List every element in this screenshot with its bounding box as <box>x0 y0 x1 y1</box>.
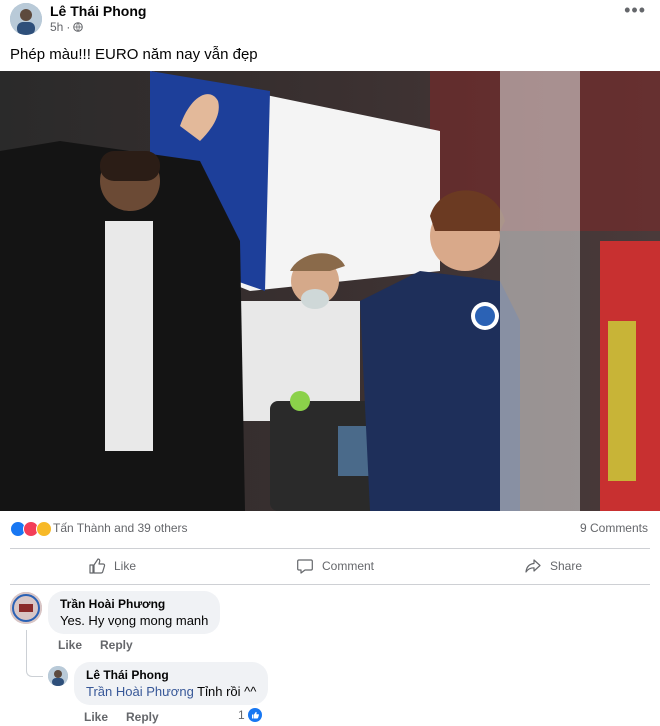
haha-reaction-icon <box>36 521 52 537</box>
comment-actions: Like Reply <box>58 638 133 652</box>
comment-author[interactable]: Trần Hoài Phương <box>60 597 208 611</box>
reaction-icons[interactable] <box>10 521 52 537</box>
reply-mention-link[interactable]: Trần Hoài Phương <box>86 684 194 699</box>
speech-bubble-icon <box>297 559 313 574</box>
reply-author[interactable]: Lê Thái Phong <box>86 668 256 682</box>
stadium-photo-illustration <box>0 71 660 511</box>
reply-actions: Like Reply <box>84 710 159 724</box>
comment-bubble: Trần Hoài Phương Yes. Hy vọng mong manh <box>48 591 221 634</box>
share-button[interactable]: Share <box>524 557 582 575</box>
reply-like-link[interactable]: Like <box>84 710 108 724</box>
reply-avatar[interactable] <box>48 666 68 686</box>
author-avatar[interactable] <box>10 3 42 35</box>
like-label: Like <box>114 559 137 573</box>
comment-item: Trần Hoài Phương Yes. Hy vọng mong manh … <box>0 590 660 656</box>
reply-item: Lê Thái Phong Trần Hoài Phương Tỉnh rồi … <box>0 660 660 726</box>
reply-body: Tỉnh rồi ^^ <box>193 684 257 699</box>
author-name[interactable]: Lê Thái Phong <box>50 3 146 19</box>
reaction-summary[interactable]: Tấn Thành and 39 others <box>53 521 188 535</box>
share-arrow-icon <box>525 559 541 573</box>
like-badge-icon <box>247 708 262 722</box>
divider-bottom <box>10 584 650 585</box>
meta-separator: · <box>66 20 71 34</box>
more-options-icon[interactable]: ••• <box>624 0 646 21</box>
reply-reply-link[interactable]: Reply <box>126 710 159 724</box>
comment-button[interactable]: Comment <box>296 557 374 575</box>
comment-reply-link[interactable]: Reply <box>100 638 133 652</box>
comment-like-link[interactable]: Like <box>58 638 82 652</box>
thumbs-up-icon <box>89 558 106 574</box>
commenter-avatar[interactable] <box>10 592 42 624</box>
post-time[interactable]: 5h <box>50 20 63 34</box>
reply-like-count-number: 1 <box>238 708 245 722</box>
globe-icon <box>73 22 84 32</box>
reactions-bar: Tấn Thành and 39 others 9 Comments <box>0 516 660 540</box>
post-actions: Like Comment Share <box>0 549 660 583</box>
reply-text: Trần Hoài Phương Tỉnh rồi ^^ <box>86 684 256 699</box>
comment-text: Yes. Hy vọng mong manh <box>60 613 209 628</box>
reply-bubble: Lê Thái Phong Trần Hoài Phương Tỉnh rồi … <box>74 662 269 705</box>
comments-count[interactable]: 9 Comments <box>580 521 648 535</box>
post-photo[interactable] <box>0 71 660 511</box>
post-text: Phép màu!!! EURO năm nay vẫn đẹp <box>10 46 258 63</box>
post-meta: 5h · <box>50 20 84 34</box>
post-header: Lê Thái Phong 5h · ••• <box>0 0 660 40</box>
reply-like-count[interactable]: 1 <box>238 708 262 722</box>
share-label: Share <box>550 559 583 573</box>
comment-label: Comment <box>322 559 375 573</box>
like-button[interactable]: Like <box>88 557 136 575</box>
